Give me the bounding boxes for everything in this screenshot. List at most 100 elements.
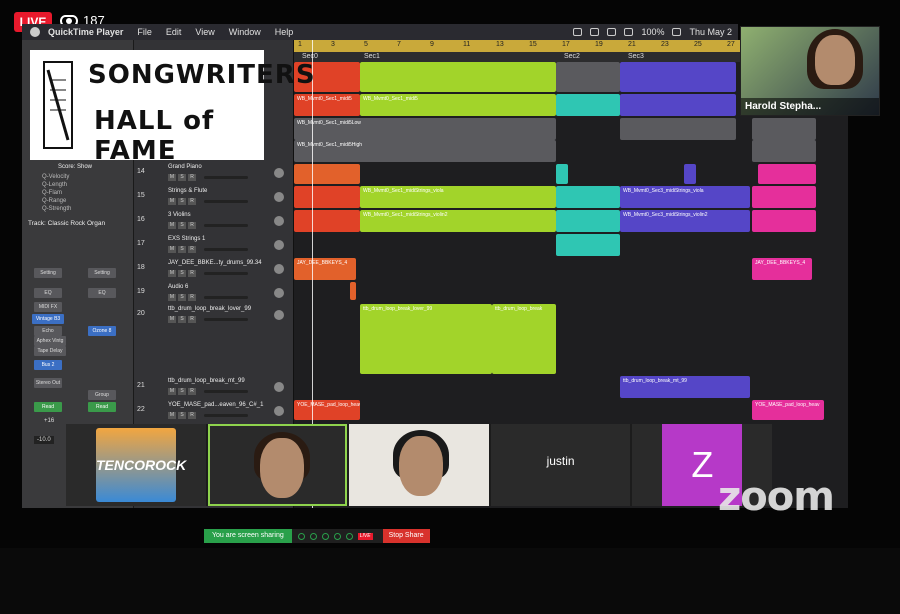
region-midi5-c[interactable] xyxy=(556,94,620,116)
q-flam[interactable]: Q-Flam xyxy=(42,190,62,196)
region-sec2[interactable] xyxy=(556,62,620,92)
region-audio6[interactable] xyxy=(350,282,356,300)
screen-icon[interactable] xyxy=(573,28,583,36)
mute-button[interactable]: M xyxy=(168,412,176,419)
mute-button[interactable]: M xyxy=(168,294,176,301)
region-jaydee-a[interactable]: JAY_DEE_BBKEYS_4 xyxy=(294,258,356,280)
fx-slot-tape-delay[interactable]: Tape Delay xyxy=(34,346,66,356)
solo-button[interactable]: S xyxy=(178,198,186,205)
region-strings-e[interactable] xyxy=(752,186,816,208)
mute-button[interactable]: M xyxy=(168,174,176,181)
region-yoe-a[interactable]: YOE_MASE_pad_loop_heav xyxy=(294,400,360,420)
region-exs[interactable] xyxy=(556,234,620,256)
track-header[interactable]: 22 YOE_MASE_pad...eaven_96_C#_1 M S R xyxy=(134,400,294,422)
record-button[interactable]: R xyxy=(188,388,196,395)
region-piano-b[interactable] xyxy=(556,164,568,184)
solo-button[interactable]: S xyxy=(178,222,186,229)
track-name[interactable]: JAY_DEE_BBKE...ty_drums_99.34 xyxy=(168,260,262,266)
q-range[interactable]: Q-Range xyxy=(42,198,66,204)
eq-slot-2[interactable]: EQ xyxy=(88,288,116,298)
wifi-icon[interactable] xyxy=(607,28,617,36)
region-drum-loop-lover[interactable]: ttb_drum_loop_break_lover_99 xyxy=(360,304,492,374)
fx-slot-aphex[interactable]: Aphex Vintg xyxy=(34,336,66,346)
region-yoe-b[interactable]: YOE_MASE_pad_loop_heav xyxy=(752,400,824,420)
mute-button[interactable]: M xyxy=(168,246,176,253)
apple-icon[interactable] xyxy=(30,27,40,37)
video-icon[interactable] xyxy=(321,532,329,540)
track-volume-fader[interactable] xyxy=(204,318,248,321)
menu-window[interactable]: Window xyxy=(229,27,261,37)
menu-app-name[interactable]: QuickTime Player xyxy=(48,27,123,37)
pan-knob[interactable] xyxy=(274,310,284,320)
region-drum-loop-mt[interactable]: ttb_drum_loop_break_mt_99 xyxy=(620,376,750,398)
region-violins-e[interactable] xyxy=(752,210,816,232)
participants-icon[interactable] xyxy=(333,532,341,540)
region-jaydee-b[interactable]: JAY_DEE_BBKEYS_4 xyxy=(752,258,812,280)
solo-button[interactable]: S xyxy=(178,174,186,181)
solo-button[interactable]: S xyxy=(178,246,186,253)
region-midi5-b[interactable]: WB_Mvmt0_Sec1_midi5 xyxy=(360,94,556,116)
mute-button[interactable]: M xyxy=(168,222,176,229)
q-length[interactable]: Q-Length xyxy=(42,182,67,188)
track-name[interactable]: 3 Violins xyxy=(168,212,191,218)
q-velocity[interactable]: Q-Velocity xyxy=(42,174,69,180)
track-volume-fader[interactable] xyxy=(204,296,248,299)
solo-button[interactable]: S xyxy=(178,412,186,419)
track-volume-fader[interactable] xyxy=(204,200,248,203)
track-volume-fader[interactable] xyxy=(204,272,248,275)
menu-file[interactable]: File xyxy=(137,27,152,37)
tile-tencorock[interactable]: TENCOROCK xyxy=(66,424,206,506)
share-icon[interactable] xyxy=(345,532,353,540)
tile-guest[interactable] xyxy=(349,424,489,506)
track-name[interactable]: EXS Strings 1 xyxy=(168,236,205,242)
record-button[interactable]: R xyxy=(188,198,196,205)
marker-sec0[interactable]: Sec0 xyxy=(302,53,318,60)
pan-knob[interactable] xyxy=(274,168,284,178)
menu-help[interactable]: Help xyxy=(275,27,294,37)
track-header[interactable]: 20 ttb_drum_loop_break_lover_99 M S R xyxy=(134,304,294,326)
pan-knob[interactable] xyxy=(274,264,284,274)
bus-slot[interactable]: Bus 2 xyxy=(34,360,62,370)
volume-icon[interactable] xyxy=(624,28,634,36)
mute-button[interactable]: M xyxy=(168,388,176,395)
pan-value[interactable]: +16 xyxy=(44,418,54,424)
track-name[interactable]: Strings & Flute xyxy=(168,188,207,194)
automation-read-2[interactable]: Read xyxy=(88,402,116,412)
automation-read-1[interactable]: Read xyxy=(34,402,62,412)
region-drum-loop-break[interactable]: ttb_drum_loop_break xyxy=(492,304,556,374)
track-name[interactable]: ttb_drum_loop_break_mt_99 xyxy=(168,378,245,384)
eq-slot-1[interactable]: EQ xyxy=(34,288,62,298)
region-midi5high-b[interactable] xyxy=(752,140,816,162)
record-button[interactable]: R xyxy=(188,246,196,253)
menu-view[interactable]: View xyxy=(195,27,214,37)
track-volume-fader[interactable] xyxy=(204,176,248,179)
solo-button[interactable]: S xyxy=(178,294,186,301)
pan-knob[interactable] xyxy=(274,382,284,392)
score-setting[interactable]: Score: Show xyxy=(58,164,92,170)
solo-button[interactable]: S xyxy=(178,316,186,323)
region-midi5high[interactable]: WB_Mvmt0_Sec1_midi5High xyxy=(294,140,556,162)
region-midi5low-b[interactable] xyxy=(620,118,736,140)
pan-knob[interactable] xyxy=(274,288,284,298)
track-header[interactable]: 16 3 Violins M S R xyxy=(134,210,294,232)
track-volume-fader[interactable] xyxy=(204,224,248,227)
tile-justin[interactable]: justin xyxy=(490,424,631,506)
q-strength[interactable]: Q-Strength xyxy=(42,206,71,212)
region-strings-viola[interactable]: WB_Mvmt0_Sec1_midiStrings_viola xyxy=(360,186,556,208)
pan-knob[interactable] xyxy=(274,406,284,416)
region-strings-c[interactable] xyxy=(556,186,620,208)
region-strings-sec3-viola[interactable]: WB_Mvmt0_Sec3_midiStrings_viola xyxy=(620,186,750,208)
pan-knob[interactable] xyxy=(274,192,284,202)
record-button[interactable]: R xyxy=(188,412,196,419)
fx-slot-echo[interactable]: Echo xyxy=(34,326,62,336)
record-button[interactable]: R xyxy=(188,222,196,229)
region-piano-d[interactable] xyxy=(758,164,816,184)
region-midi5low[interactable]: WB_Mvmt0_Sec1_midi5Low xyxy=(294,118,556,140)
region-violins-a[interactable] xyxy=(294,210,360,232)
marker-sec3[interactable]: Sec3 xyxy=(628,53,644,60)
setting-slot-2[interactable]: Setting xyxy=(88,268,116,278)
setting-slot-1[interactable]: Setting xyxy=(34,268,62,278)
instrument-plugin-slot[interactable]: Vintage B3 xyxy=(32,314,64,324)
output-slot[interactable]: Stereo Out xyxy=(34,378,62,388)
mic-icon[interactable] xyxy=(309,532,317,540)
